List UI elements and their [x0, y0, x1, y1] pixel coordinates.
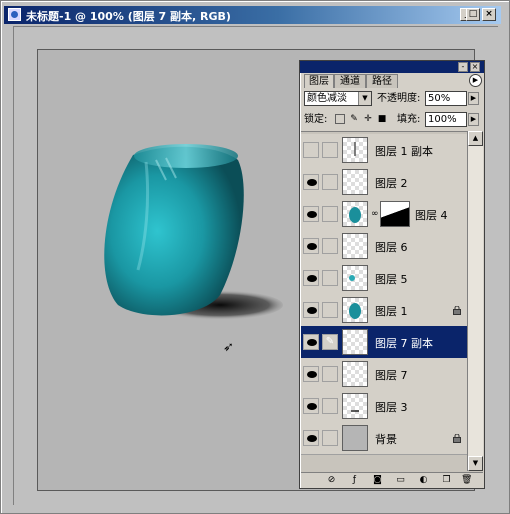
- layer-mask-thumbnail[interactable]: [380, 201, 410, 227]
- link-slot-icon[interactable]: [322, 430, 338, 446]
- panel-menu-icon[interactable]: ▶: [469, 74, 482, 87]
- scroll-down-button[interactable]: ▼: [468, 456, 483, 471]
- window-title: 未标题-1 @ 100% (图层 7 副本, RGB): [26, 10, 231, 23]
- eye-icon[interactable]: [303, 366, 319, 382]
- layer-row[interactable]: 背景: [301, 422, 467, 455]
- layer-name: 图层 7 副本: [375, 337, 433, 350]
- lock-all-icon[interactable]: ■: [377, 114, 387, 124]
- lock-icon: [453, 305, 461, 315]
- opacity-input[interactable]: 50%: [425, 91, 467, 106]
- link-slot-icon[interactable]: [322, 206, 338, 222]
- eye-icon[interactable]: [303, 142, 319, 158]
- eye-icon[interactable]: [303, 398, 319, 414]
- layer-thumbnail: [342, 233, 368, 259]
- close-button[interactable]: ×: [482, 8, 496, 21]
- adjustment-layer-icon[interactable]: ◐: [418, 475, 429, 486]
- opacity-label: 不透明度:: [377, 93, 421, 104]
- layer-name: 图层 5: [375, 273, 408, 286]
- chevron-down-icon[interactable]: ▼: [358, 92, 371, 105]
- lock-icon: [453, 433, 461, 443]
- blend-mode-select[interactable]: 颜色减淡 ▼: [304, 91, 372, 106]
- layer-row[interactable]: 图层 2: [301, 166, 467, 199]
- panel-title-bar[interactable]: - ×: [300, 61, 484, 73]
- blend-opacity-row: 颜色减淡 ▼ 不透明度: 50% ▶: [304, 91, 480, 107]
- layer-thumbnail: [342, 137, 368, 163]
- eye-icon[interactable]: [303, 174, 319, 190]
- layer-name: 图层 7: [375, 369, 408, 382]
- lock-position-icon[interactable]: ✛: [363, 114, 373, 124]
- layers-panel: - × 图层 通道 路径 ▶ 颜色减淡 ▼ 不透明度: 50% ▶ 锁定: ✎ …: [299, 60, 485, 489]
- link-slot-icon[interactable]: [322, 238, 338, 254]
- add-style-icon[interactable]: ƒ: [349, 475, 360, 486]
- layer-row[interactable]: ∞ 图层 4: [301, 198, 467, 231]
- eye-icon[interactable]: [303, 334, 319, 350]
- add-mask-icon[interactable]: ◙: [372, 475, 383, 486]
- brush-icon[interactable]: ✎: [322, 334, 338, 350]
- layer-thumbnail: [342, 329, 368, 355]
- lock-label: 锁定:: [304, 114, 328, 125]
- layer-thumbnail: [342, 169, 368, 195]
- layer-thumbnail: [342, 297, 368, 323]
- layer-row[interactable]: 图层 6: [301, 230, 467, 263]
- link-slot-icon[interactable]: [322, 174, 338, 190]
- vase-rim: [134, 144, 238, 168]
- fill-input[interactable]: 100%: [425, 112, 467, 127]
- layer-thumbnail: [342, 265, 368, 291]
- tab-channels[interactable]: 通道: [334, 74, 366, 88]
- layer-name: 图层 3: [375, 401, 408, 414]
- fill-slider-button[interactable]: ▶: [468, 113, 479, 126]
- eye-icon[interactable]: [303, 270, 319, 286]
- layer-name: 图层 6: [375, 241, 408, 254]
- tab-paths[interactable]: 路径: [366, 74, 398, 88]
- link-slot-icon[interactable]: [322, 366, 338, 382]
- layer-thumbnail: [342, 393, 368, 419]
- lock-transparency-icon[interactable]: [335, 114, 345, 124]
- eye-icon[interactable]: [303, 238, 319, 254]
- move-cursor-icon: ➶: [223, 340, 234, 355]
- layer-thumbnail: [342, 361, 368, 387]
- link-slot-icon[interactable]: [322, 270, 338, 286]
- link-slot-icon[interactable]: [322, 302, 338, 318]
- layer-thumbnail: [342, 201, 368, 227]
- layer-row[interactable]: 图层 3: [301, 390, 467, 423]
- link-slot-icon[interactable]: [322, 398, 338, 414]
- layer-row[interactable]: 图层 1 副本: [301, 134, 467, 167]
- layers-scrollbar[interactable]: ▲ ▼: [467, 131, 483, 471]
- trash-icon[interactable]: 🗑: [461, 475, 472, 486]
- layer-thumbnail: [342, 425, 368, 451]
- blend-mode-value: 颜色减淡: [307, 93, 347, 104]
- lock-fill-row: 锁定: ✎ ✛ ■ 填充: 100% ▶: [304, 112, 480, 128]
- lock-image-icon[interactable]: ✎: [349, 114, 359, 124]
- layer-row[interactable]: ✎ 图层 7 副本: [301, 326, 467, 359]
- link-icon[interactable]: ⊘: [326, 475, 337, 486]
- layer-row[interactable]: 图层 7: [301, 358, 467, 391]
- layer-name: 图层 1 副本: [375, 145, 433, 158]
- mask-link-icon[interactable]: ∞: [371, 209, 379, 219]
- layer-name: 图层 1: [375, 305, 408, 318]
- panel-close-button[interactable]: ×: [470, 62, 480, 72]
- photoshop-doc-icon: [8, 8, 21, 21]
- scroll-up-button[interactable]: ▲: [468, 131, 483, 146]
- layer-row[interactable]: 图层 5: [301, 262, 467, 295]
- layer-name: 图层 4: [415, 209, 448, 222]
- panel-minimize-button[interactable]: -: [458, 62, 468, 72]
- new-set-icon[interactable]: ▭: [395, 475, 406, 486]
- maximize-button[interactable]: □: [466, 8, 480, 21]
- eye-icon[interactable]: [303, 206, 319, 222]
- document-window: 未标题-1 @ 100% (图层 7 副本, RGB) _ □ ×: [0, 0, 510, 514]
- layer-row[interactable]: 图层 1: [301, 294, 467, 327]
- panel-bottom-bar: ⊘ ƒ ◙ ▭ ◐ ❐ 🗑: [301, 472, 483, 488]
- fill-label: 填充:: [397, 114, 421, 125]
- eye-icon[interactable]: [303, 302, 319, 318]
- new-layer-icon[interactable]: ❐: [441, 475, 452, 486]
- layers-list: 图层 1 副本 图层 2 ∞ 图层 4 图层 6 图层 5 图层 1 ✎ 图层 7 副本 图层 7…: [301, 131, 483, 472]
- title-bar[interactable]: 未标题-1 @ 100% (图层 7 副本, RGB) _ □ ×: [4, 6, 501, 24]
- layer-name: 背景: [375, 433, 397, 446]
- layer-name: 图层 2: [375, 177, 408, 190]
- tab-layers[interactable]: 图层: [304, 74, 334, 88]
- link-slot-icon[interactable]: [322, 142, 338, 158]
- eye-icon[interactable]: [303, 430, 319, 446]
- opacity-slider-button[interactable]: ▶: [468, 92, 479, 105]
